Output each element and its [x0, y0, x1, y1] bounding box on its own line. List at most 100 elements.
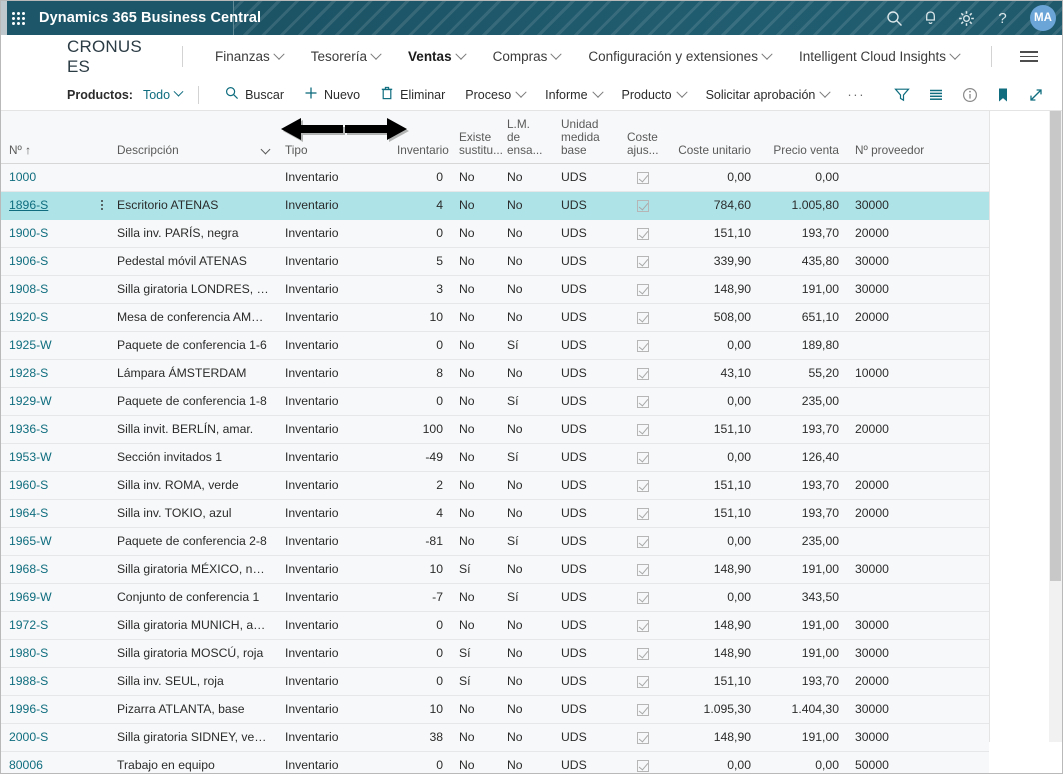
- cell-lm_ensa[interactable]: Sí: [499, 527, 553, 556]
- nav-item-configuracion-y-extensiones[interactable]: Configuración y extensiones: [574, 45, 785, 68]
- cell-no_proveedor[interactable]: 30000: [847, 611, 989, 640]
- cell-descripcion[interactable]: Silla giratoria MUNICH, amar.: [109, 611, 277, 640]
- scrollbar-thumb[interactable]: [1050, 111, 1061, 581]
- cell-inventario[interactable]: 2: [389, 471, 451, 500]
- cell-precio_venta[interactable]: 193,70: [759, 667, 847, 696]
- checkbox-coste-ajustado[interactable]: [637, 171, 649, 184]
- cell-tipo[interactable]: Inventario: [277, 611, 389, 640]
- cell-no[interactable]: 1968-S: [1, 555, 109, 584]
- cell-descripcion[interactable]: Pedestal móvil ATENAS: [109, 247, 277, 276]
- cell-coste_ajus[interactable]: [619, 583, 667, 612]
- cell-coste_unitario[interactable]: 0,00: [667, 331, 759, 360]
- checkbox-coste-ajustado[interactable]: [637, 283, 649, 296]
- cell-coste_unitario[interactable]: 0,00: [667, 751, 759, 773]
- cell-precio_venta[interactable]: 343,50: [759, 583, 847, 612]
- cell-descripcion[interactable]: Silla giratoria MOSCÚ, roja: [109, 639, 277, 668]
- nav-item-ventas[interactable]: Ventas: [394, 45, 479, 68]
- cell-unidad_medida[interactable]: UDS: [553, 331, 619, 360]
- cell-coste_ajus[interactable]: [619, 751, 667, 773]
- cell-inventario[interactable]: 4: [389, 499, 451, 528]
- cell-existe_sustitu[interactable]: No: [451, 163, 499, 192]
- cell-no[interactable]: 1996-S: [1, 695, 109, 724]
- cell-unidad_medida[interactable]: UDS: [553, 639, 619, 668]
- cell-descripcion[interactable]: Silla giratoria LONDRES, azul: [109, 275, 277, 304]
- cell-no_proveedor[interactable]: [847, 443, 989, 472]
- cell-unidad_medida[interactable]: UDS: [553, 163, 619, 192]
- cell-lm_ensa[interactable]: No: [499, 163, 553, 192]
- cell-inventario[interactable]: 10: [389, 555, 451, 584]
- filter-funnel-icon[interactable]: [894, 87, 910, 103]
- cell-inventario[interactable]: -81: [389, 527, 451, 556]
- cell-existe_sustitu[interactable]: No: [451, 331, 499, 360]
- cell-descripcion[interactable]: Silla giratoria SIDNEY, verde: [109, 723, 277, 752]
- cell-coste_unitario[interactable]: 0,00: [667, 443, 759, 472]
- table-row[interactable]: 1960-S Silla inv. ROMA, verde Inventario 2 N…: [1, 471, 989, 500]
- cell-unidad_medida[interactable]: UDS: [553, 443, 619, 472]
- nav-item-intelligent-cloud-insights[interactable]: Intelligent Cloud Insights: [785, 45, 973, 68]
- checkbox-coste-ajustado[interactable]: [637, 563, 649, 576]
- cell-coste_ajus[interactable]: [619, 499, 667, 528]
- cell-no_proveedor[interactable]: [847, 163, 989, 192]
- column-header-inventario[interactable]: Inventario: [389, 111, 451, 164]
- cell-coste_ajus[interactable]: [619, 471, 667, 500]
- cell-no[interactable]: 1960-S: [1, 471, 109, 500]
- cell-coste_ajus[interactable]: [619, 723, 667, 752]
- cell-no[interactable]: 1900-S: [1, 219, 109, 248]
- cell-unidad_medida[interactable]: UDS: [553, 499, 619, 528]
- table-row[interactable]: 1964-S Silla inv. TOKIO, azul Inventario 4 N…: [1, 499, 989, 528]
- cell-tipo[interactable]: Inventario: [277, 331, 389, 360]
- cell-precio_venta[interactable]: 651,10: [759, 303, 847, 332]
- cell-precio_venta[interactable]: 193,70: [759, 499, 847, 528]
- cell-existe_sustitu[interactable]: No: [451, 359, 499, 388]
- nav-item-finanzas[interactable]: Finanzas: [201, 45, 297, 68]
- table-row[interactable]: 1969-W Conjunto de conferencia 1 Inventari…: [1, 583, 989, 612]
- table-row[interactable]: 1953-W Sección invitados 1 Inventario -49 No…: [1, 443, 989, 472]
- cell-inventario[interactable]: 100: [389, 415, 451, 444]
- cell-tipo[interactable]: Inventario: [277, 527, 389, 556]
- checkbox-coste-ajustado[interactable]: [637, 507, 649, 520]
- table-row[interactable]: 1936-S Silla invit. BERLÍN, amar. Inventar…: [1, 415, 989, 444]
- cell-existe_sustitu[interactable]: No: [451, 443, 499, 472]
- cell-existe_sustitu[interactable]: No: [451, 415, 499, 444]
- cell-no[interactable]: 1953-W: [1, 443, 109, 472]
- cell-coste_unitario[interactable]: 151,10: [667, 667, 759, 696]
- column-header-unidad-medida-base[interactable]: Unidad medida base: [553, 111, 619, 164]
- table-row[interactable]: 1929-W Paquete de conferencia 1-8 Inventar…: [1, 387, 989, 416]
- more-actions-icon[interactable]: ···: [839, 87, 873, 102]
- cell-lm_ensa[interactable]: No: [499, 611, 553, 640]
- cell-descripcion[interactable]: Silla inv. ROMA, verde: [109, 471, 277, 500]
- checkbox-coste-ajustado[interactable]: [637, 423, 649, 436]
- cell-existe_sustitu[interactable]: No: [451, 611, 499, 640]
- cell-coste_unitario[interactable]: 784,60: [667, 191, 759, 220]
- cell-coste_ajus[interactable]: [619, 331, 667, 360]
- row-key-link[interactable]: 1929-W: [9, 394, 52, 408]
- cell-precio_venta[interactable]: 191,00: [759, 611, 847, 640]
- cell-tipo[interactable]: Inventario: [277, 247, 389, 276]
- cell-descripcion[interactable]: Pizarra ATLANTA, base: [109, 695, 277, 724]
- row-key-link[interactable]: 1000: [9, 170, 36, 184]
- cell-no_proveedor[interactable]: 30000: [847, 555, 989, 584]
- cell-unidad_medida[interactable]: UDS: [553, 387, 619, 416]
- table-row[interactable]: 1000 Inventario 0 No No UDS 0,00 0,00: [1, 163, 989, 192]
- cell-lm_ensa[interactable]: No: [499, 639, 553, 668]
- cell-no_proveedor[interactable]: 20000: [847, 219, 989, 248]
- cell-lm_ensa[interactable]: No: [499, 303, 553, 332]
- cell-tipo[interactable]: Inventario: [277, 667, 389, 696]
- checkbox-coste-ajustado[interactable]: [637, 255, 649, 268]
- cell-coste_ajus[interactable]: [619, 667, 667, 696]
- cell-unidad_medida[interactable]: UDS: [553, 219, 619, 248]
- cell-coste_unitario[interactable]: 0,00: [667, 387, 759, 416]
- row-key-link[interactable]: 1969-W: [9, 590, 52, 604]
- hamburger-menu-icon[interactable]: [1010, 45, 1048, 68]
- help-question-icon[interactable]: ?: [992, 8, 1012, 28]
- cell-no_proveedor[interactable]: 10000: [847, 359, 989, 388]
- cell-coste_unitario[interactable]: 0,00: [667, 583, 759, 612]
- cell-descripcion[interactable]: Silla inv. SEUL, roja: [109, 667, 277, 696]
- cell-lm_ensa[interactable]: No: [499, 667, 553, 696]
- row-key-link[interactable]: 1925-W: [9, 338, 52, 352]
- row-key-link[interactable]: 1928-S: [9, 366, 48, 380]
- cell-lm_ensa[interactable]: No: [499, 751, 553, 773]
- cell-inventario[interactable]: 3: [389, 275, 451, 304]
- new-button[interactable]: Nuevo: [294, 83, 370, 106]
- cell-precio_venta[interactable]: 189,80: [759, 331, 847, 360]
